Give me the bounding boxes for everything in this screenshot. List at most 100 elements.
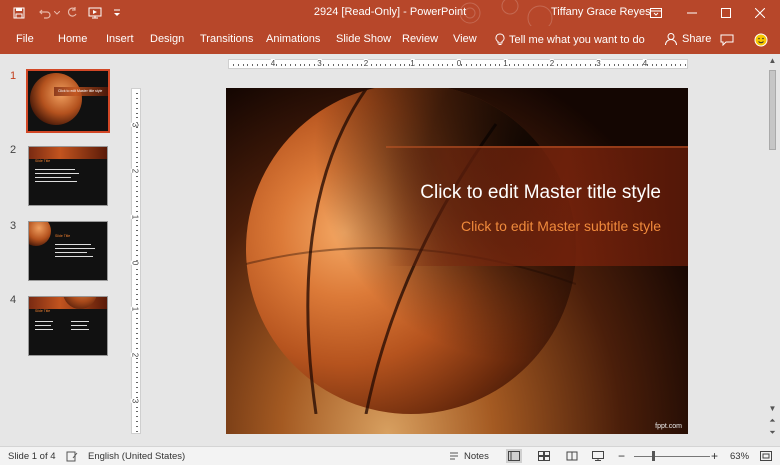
slide-subtitle-placeholder[interactable]: Click to edit Master subtitle style: [386, 218, 661, 234]
ruler-tick: [466, 64, 468, 66]
thumbnail-number-4: 4: [10, 294, 17, 306]
ruler-tick: [136, 186, 138, 188]
horizontal-ruler: 4 3 2 1 0 1 2 3 4: [228, 59, 688, 69]
ruler-tick: [136, 137, 138, 139]
previous-slide-icon[interactable]: ⏶: [768, 416, 777, 426]
zoom-slider[interactable]: [634, 456, 710, 457]
tab-design[interactable]: Design: [150, 33, 184, 45]
zoom-in-icon[interactable]: +: [711, 449, 718, 463]
ruler-tick: [233, 64, 234, 66]
ruler-tick: [136, 372, 138, 374]
ruler-tick: [632, 64, 634, 66]
ruler-tick: [136, 323, 138, 325]
tab-review[interactable]: Review: [402, 33, 438, 45]
ruler-tick: [351, 64, 353, 66]
tab-home[interactable]: Home: [58, 33, 87, 45]
ruler-tick: [494, 64, 496, 66]
ruler-tick: [136, 156, 138, 158]
slide-canvas[interactable]: Click to edit Master title style Click t…: [226, 88, 688, 434]
ruler-tick: [390, 64, 391, 66]
ruler-tick: [518, 64, 520, 66]
notes-button[interactable]: Notes: [464, 451, 489, 462]
normal-view-icon[interactable]: [506, 449, 522, 463]
ruler-tick: [136, 225, 138, 227]
ruler-tick: [136, 333, 138, 335]
language-indicator[interactable]: English (United States): [88, 451, 185, 462]
ruler-tick: [661, 64, 663, 66]
ruler-tick: [323, 64, 325, 66]
zoom-out-icon[interactable]: −: [618, 449, 625, 463]
ruler-label: 0: [130, 260, 140, 266]
brand-watermark: fppt.com: [655, 423, 682, 430]
ruler-tick: [136, 328, 138, 330]
thumbnail-number-2: 2: [10, 144, 17, 156]
ruler-tick: [136, 151, 138, 153]
ribbon-display-options-icon[interactable]: [640, 0, 672, 26]
undo-dropdown-icon[interactable]: [52, 4, 62, 22]
ruler-tick: [489, 64, 491, 66]
slide-thumbnail-2[interactable]: Slide Title: [28, 146, 108, 206]
start-from-beginning-icon[interactable]: [86, 4, 104, 22]
slide-thumbnail-3[interactable]: Slide Title: [28, 221, 108, 281]
vertical-scrollbar[interactable]: ▲ ▼ ⏶ ⏷: [765, 54, 780, 446]
tab-insert[interactable]: Insert: [106, 33, 134, 45]
ruler-tick: [136, 93, 138, 94]
scroll-up-icon[interactable]: ▲: [768, 56, 777, 65]
smiley-feedback-icon[interactable]: [752, 31, 770, 49]
slideshow-view-icon[interactable]: [590, 449, 606, 463]
zoom-level[interactable]: 63%: [730, 451, 749, 462]
scrollbar-thumb[interactable]: [769, 70, 776, 150]
next-slide-icon[interactable]: ⏷: [768, 428, 777, 438]
ruler-tick: [575, 64, 577, 66]
ruler-tick: [556, 64, 558, 66]
slide-title-placeholder[interactable]: Click to edit Master title style: [386, 182, 661, 204]
slide-thumbnail-1[interactable]: Click to edit Master title style: [26, 69, 110, 133]
ruler-tick: [136, 132, 138, 134]
ruler-tick: [461, 64, 463, 66]
spelling-check-icon[interactable]: [64, 449, 80, 463]
customize-toolbar-icon[interactable]: [110, 4, 124, 22]
scroll-down-icon[interactable]: ▼: [768, 404, 777, 413]
fit-slide-icon[interactable]: [758, 449, 774, 463]
ruler-tick: [136, 220, 138, 222]
user-name[interactable]: Tiffany Grace Reyes: [551, 6, 651, 18]
tab-slide-show[interactable]: Slide Show: [336, 33, 391, 45]
share-label: Share: [682, 33, 712, 45]
ruler-label: 1: [130, 214, 140, 220]
ruler-tick: [285, 64, 287, 66]
zoom-slider-thumb[interactable]: [652, 451, 655, 461]
slide-thumbnails-pane: 1 Click to edit Master title style 2 Sli…: [0, 54, 123, 446]
slide-sorter-icon[interactable]: [536, 449, 552, 463]
ruler-tick: [304, 64, 306, 66]
reading-view-icon[interactable]: [564, 449, 580, 463]
ruler-tick: [442, 64, 444, 66]
tab-animations[interactable]: Animations: [266, 33, 320, 45]
comments-icon[interactable]: [718, 31, 736, 49]
maximize-icon[interactable]: [710, 0, 742, 26]
tab-transitions[interactable]: Transitions: [200, 33, 253, 45]
close-icon[interactable]: [744, 0, 776, 26]
tab-file[interactable]: File: [16, 33, 34, 45]
share-button[interactable]: Share: [664, 32, 711, 46]
ruler-tick: [136, 230, 138, 232]
ruler-tick: [309, 64, 311, 66]
ruler-tick: [537, 64, 539, 66]
ruler-tick: [256, 64, 258, 66]
tell-me-box[interactable]: Tell me what you want to do: [495, 33, 645, 46]
tab-view[interactable]: View: [453, 33, 477, 45]
ruler-tick: [675, 64, 677, 66]
notes-icon[interactable]: [446, 449, 462, 463]
ruler-tick: [437, 64, 439, 66]
ruler-tick: [242, 64, 244, 66]
ruler-label: 3: [317, 59, 322, 68]
ruler-tick: [451, 64, 453, 66]
ruler-tick: [247, 64, 249, 66]
ruler-tick: [637, 64, 639, 66]
redo-icon[interactable]: [63, 4, 81, 22]
ruler-tick: [513, 64, 515, 66]
ruler-label: 3: [596, 59, 601, 68]
save-icon[interactable]: [10, 4, 28, 22]
minimize-icon[interactable]: [676, 0, 708, 26]
slide-thumbnail-4[interactable]: Slide Title: [28, 296, 108, 356]
ruler-tick: [337, 64, 339, 66]
